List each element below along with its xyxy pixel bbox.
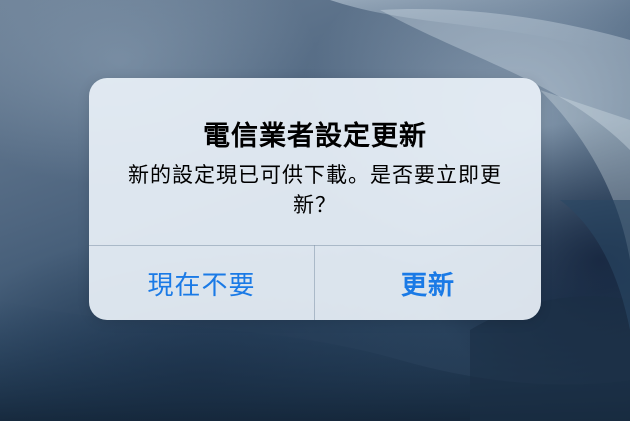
alert-message: 新的設定現已可供下載。是否要立即更新？ [128,163,502,217]
not-now-button[interactable]: 現在不要 [89,246,314,320]
update-button[interactable]: 更新 [315,246,541,320]
alert-title: 電信業者設定更新 [203,121,427,152]
carrier-settings-alert: 電信業者設定更新 新的設定現已可供下載。是否要立即更新？ 現在不要 更新 [89,78,541,320]
